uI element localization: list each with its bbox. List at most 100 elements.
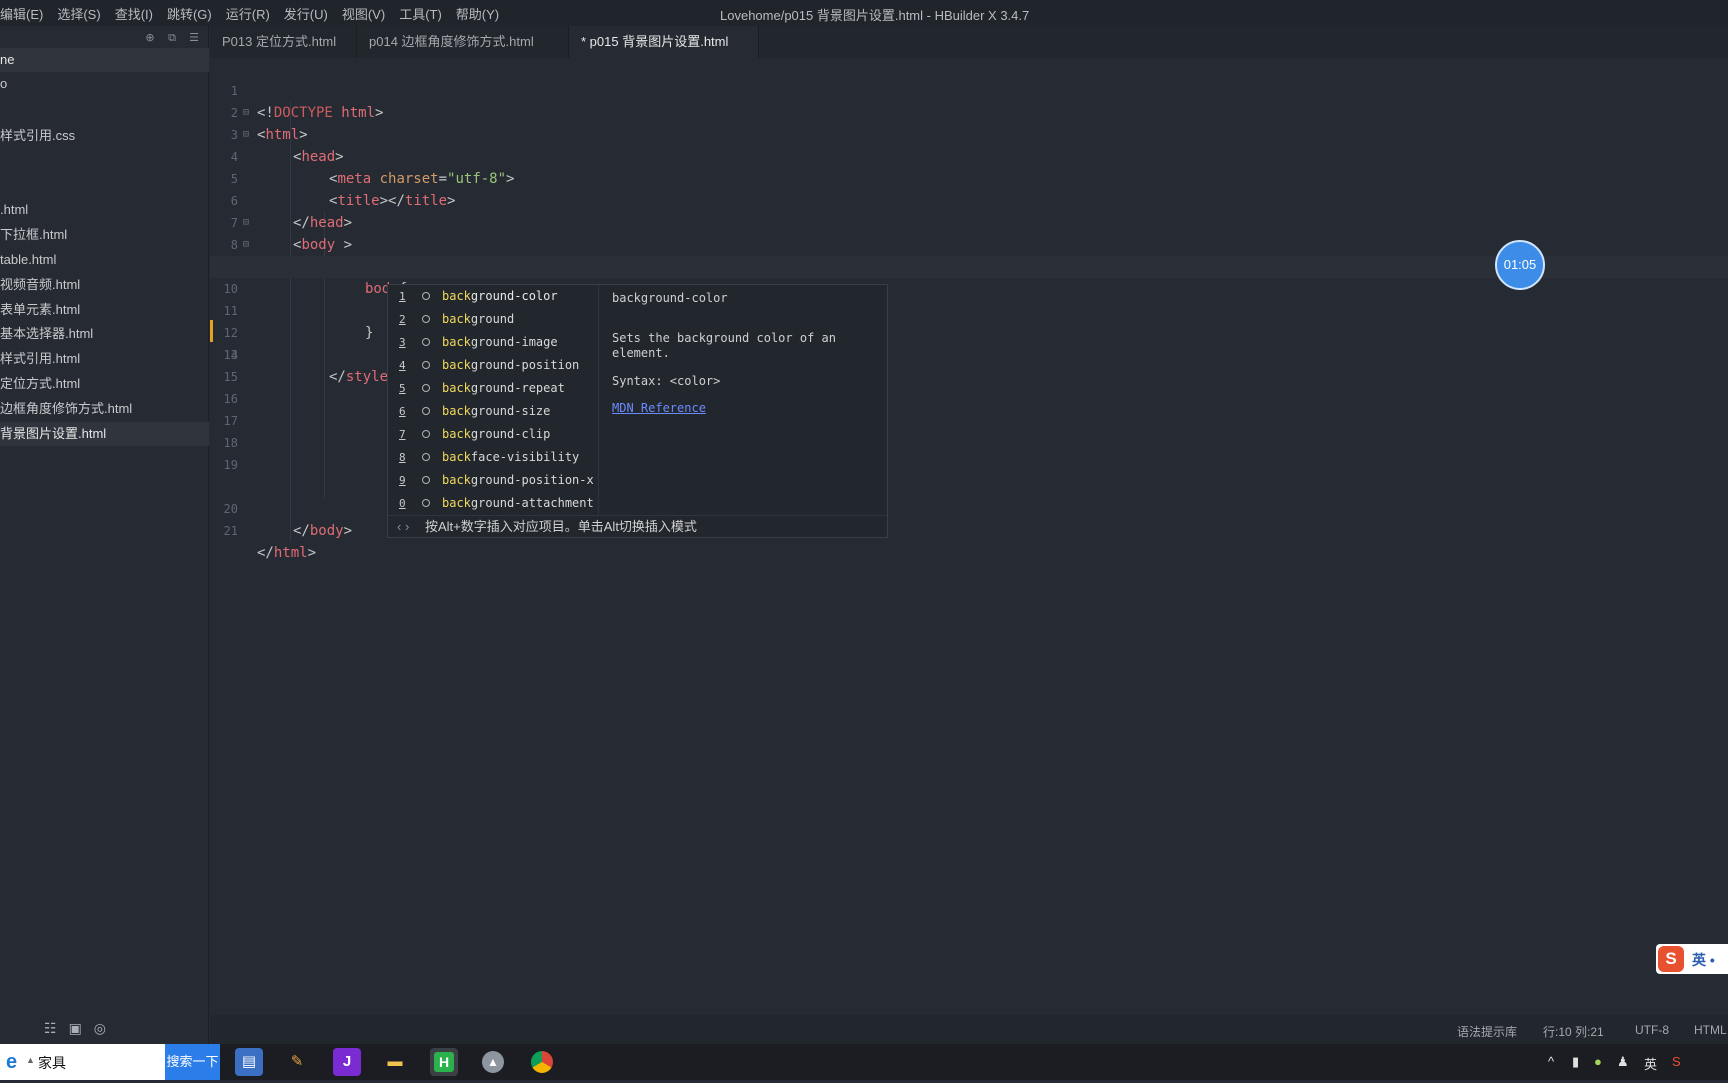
tree-item[interactable]: table.html <box>0 248 209 272</box>
autocomplete-divider <box>598 285 599 515</box>
windows-taskbar: e ▲ 家具 搜索一下 ▤ ✎ J ▬ H ▲ ^ ▮ ● ♟ 英 S <box>0 1044 1728 1080</box>
tree-item[interactable]: 视频音频.html <box>0 273 209 297</box>
code-line: 2 ⊟ <html> <box>210 80 1728 143</box>
autocomplete-item[interactable]: 3 background-image <box>388 331 598 354</box>
detail-description: Sets the background color of an element. <box>612 331 836 360</box>
menu-select[interactable]: 选择(S) <box>57 4 100 23</box>
syntax-library-button[interactable]: 语法提示库 <box>1457 1023 1517 1040</box>
tab-p015-active[interactable]: * p015 背景图片设置.html <box>569 26 759 58</box>
paint-app-icon[interactable]: ✎ <box>283 1048 311 1076</box>
file-explorer-icon[interactable]: ▬ <box>381 1048 409 1076</box>
property-icon <box>422 476 430 484</box>
menu-goto[interactable]: 跳转(G) <box>167 4 212 23</box>
locate-icon[interactable]: ⊕ <box>144 32 156 44</box>
ime-mode[interactable]: 英 • <box>1692 950 1715 970</box>
autocomplete-item[interactable]: 2 background <box>388 308 598 331</box>
menu-tools[interactable]: 工具(T) <box>399 4 442 23</box>
taskview-app-icon[interactable]: ▤ <box>235 1048 263 1076</box>
autocomplete-item[interactable]: 1 background-color <box>388 285 598 308</box>
code-line: 6 </head> <box>230 194 353 231</box>
project-sidebar: ⊕ ⧉ ☰ ne o 样式引用.css .html 下拉框.html table… <box>0 26 209 1044</box>
tray-app-icon[interactable]: ● <box>1594 1054 1602 1069</box>
sidebar-bottom-toolbar: ☷ ▣ ◎ <box>44 1020 106 1037</box>
tree-item[interactable]: 样式引用.html <box>0 347 209 371</box>
autocomplete-item[interactable]: 4 background-position <box>388 354 598 377</box>
cursor-position[interactable]: 行:10 列:21 <box>1543 1023 1604 1040</box>
outline-icon[interactable]: ☷ <box>44 1020 57 1037</box>
code-line: 3 ⊟ <head> <box>210 102 1728 165</box>
property-icon <box>422 361 430 369</box>
tree-item[interactable]: 表单元素.html <box>0 298 209 322</box>
code-line: 1 <!DOCTYPE html> <box>230 84 384 121</box>
sogou-logo-icon: S <box>1658 946 1684 972</box>
detail-title: background-color <box>612 291 728 305</box>
user-tray-icon[interactable]: ♟ <box>1617 1054 1629 1070</box>
menu-run[interactable]: 运行(R) <box>226 4 270 23</box>
tree-item-project[interactable]: ne <box>0 48 209 72</box>
detail-syntax: Syntax: <color> <box>612 374 721 388</box>
tree-item[interactable]: 下拉框.html <box>0 223 209 247</box>
property-icon <box>422 292 430 300</box>
sidebar-toolbar: ⊕ ⧉ ☰ <box>0 26 208 50</box>
menu-publish[interactable]: 发行(U) <box>284 4 328 23</box>
property-icon <box>422 407 430 415</box>
code-line: 7 ⊟ <body > <box>210 190 1728 253</box>
tree-item-active[interactable]: 背景图片设置.html <box>0 422 209 446</box>
tab-p013[interactable]: P013 定位方式.html <box>210 26 357 58</box>
autocomplete-popup: 1 background-color 2 background 3 backgroun… <box>387 284 888 538</box>
autocomplete-hint: 按Alt+数字插入对应项目。单击Alt切换插入模式 <box>425 519 697 534</box>
ime-toolbar[interactable]: S 英 • <box>1656 944 1728 974</box>
code-line: 5 <title></title> <box>230 172 456 209</box>
mdn-reference-link[interactable]: MDN Reference <box>612 401 706 416</box>
menu-help[interactable]: 帮助(Y) <box>456 4 499 23</box>
menu-icon[interactable]: ☰ <box>188 32 200 44</box>
tree-item[interactable] <box>0 96 209 120</box>
encoding-indicator[interactable]: UTF-8 <box>1635 1023 1669 1037</box>
tree-item[interactable]: 边框角度修饰方式.html <box>0 397 209 421</box>
ime-language-indicator[interactable]: 英 <box>1644 1054 1657 1073</box>
menu-find[interactable]: 查找(I) <box>115 4 153 23</box>
search-input[interactable]: 家具 <box>38 1053 66 1073</box>
microphone-icon[interactable]: ▮ <box>1572 1054 1579 1070</box>
autocomplete-item[interactable]: 5 background-repeat <box>388 377 598 400</box>
property-icon <box>422 384 430 392</box>
autocomplete-item[interactable]: 9 background-position-x <box>388 469 598 492</box>
autocomplete-nav-arrows[interactable]: ‹ › <box>397 516 409 538</box>
jetbrains-app-icon[interactable]: J <box>333 1048 361 1076</box>
taskbar-search-box[interactable]: e ▲ 家具 <box>0 1044 165 1080</box>
dropdown-caret-icon[interactable]: ▲ <box>26 1055 35 1065</box>
collapse-icon[interactable]: ⧉ <box>166 32 178 44</box>
tab-p014[interactable]: p014 边框角度修饰方式.html <box>357 26 569 58</box>
recording-timer[interactable]: 01:05 <box>1495 240 1545 290</box>
menu-edit[interactable]: 编辑(E) <box>0 4 43 23</box>
chrome-icon[interactable] <box>528 1048 556 1076</box>
sogou-tray-icon[interactable]: S <box>1672 1054 1681 1069</box>
autocomplete-item[interactable]: 8 backface-visibility <box>388 446 598 469</box>
search-button[interactable]: 搜索一下 <box>165 1044 220 1080</box>
code-line: 8⊟ <style> <box>210 212 1728 275</box>
tree-item[interactable] <box>0 172 209 196</box>
language-indicator[interactable]: HTML <box>1694 1023 1727 1037</box>
hbuilder-app-icon[interactable]: H <box>430 1048 458 1076</box>
tree-item[interactable] <box>0 148 209 172</box>
ie-icon: e <box>6 1051 18 1073</box>
tree-item[interactable]: .html <box>0 198 209 222</box>
app-icon[interactable]: ▲ <box>479 1048 507 1076</box>
autocomplete-list: 1 background-color 2 background 3 backgroun… <box>388 285 598 515</box>
editor-tabbar: P013 定位方式.html p014 边框角度修饰方式.html * p015… <box>210 26 1728 58</box>
tree-item[interactable]: o <box>0 72 209 96</box>
autocomplete-item[interactable]: 7 background-clip <box>388 423 598 446</box>
property-icon <box>422 499 430 507</box>
autocomplete-footer: ‹ › 按Alt+数字插入对应项目。单击Alt切换插入模式 <box>388 515 887 538</box>
menu-view[interactable]: 视图(V) <box>342 4 385 23</box>
tree-item[interactable]: 样式引用.css <box>0 124 209 148</box>
tray-expand-icon[interactable]: ^ <box>1548 1054 1554 1069</box>
globe-icon[interactable]: ◎ <box>94 1020 106 1037</box>
tree-item[interactable]: 基本选择器.html <box>0 322 209 346</box>
terminal-icon[interactable]: ▣ <box>69 1020 82 1037</box>
status-bar: 语法提示库 行:10 列:21 UTF-8 HTML <box>210 1015 1728 1044</box>
autocomplete-item[interactable]: 6 background-size <box>388 400 598 423</box>
autocomplete-item[interactable]: 0 background-attachment <box>388 492 598 515</box>
property-icon <box>422 453 430 461</box>
tree-item[interactable]: 定位方式.html <box>0 372 209 396</box>
